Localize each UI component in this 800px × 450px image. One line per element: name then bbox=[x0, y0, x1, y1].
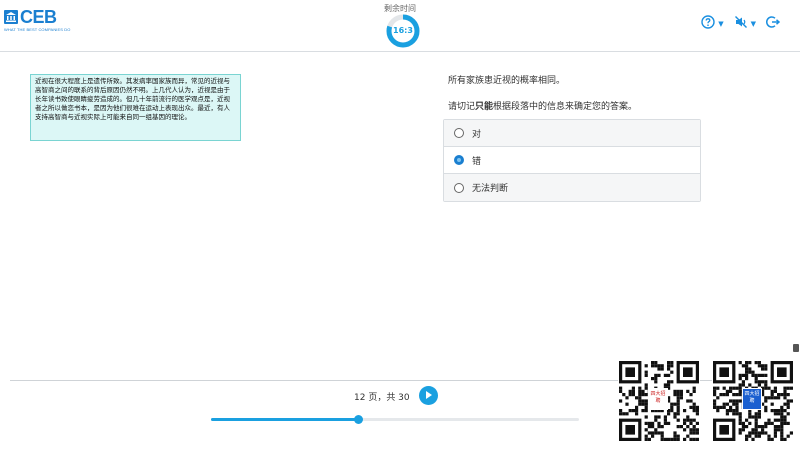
radio-button[interactable] bbox=[454, 155, 464, 165]
option-label: 对 bbox=[472, 129, 482, 140]
option-true[interactable]: 对 bbox=[444, 120, 700, 147]
progress-fill bbox=[211, 418, 359, 421]
progress-knob[interactable] bbox=[354, 415, 364, 424]
qr-code-right: 四大招聘 bbox=[712, 358, 794, 444]
option-label: 错 bbox=[472, 156, 482, 167]
next-page-button[interactable] bbox=[419, 386, 438, 405]
radio-button[interactable] bbox=[454, 128, 464, 138]
scrollbar[interactable] bbox=[793, 52, 799, 352]
progress-track bbox=[211, 415, 579, 424]
qr-badge: 四大招聘 bbox=[742, 388, 762, 410]
qr-code-left: 四大招聘 bbox=[618, 358, 700, 444]
exit-button[interactable] bbox=[766, 14, 781, 33]
header: CEB WHAT THE BEST COMPANIES DO 剩余时间 16:3… bbox=[0, 0, 800, 52]
mute-icon bbox=[734, 14, 748, 33]
option-label: 无法判断 bbox=[472, 184, 509, 194]
answer-instruction: 请切记只能根据段落中的信息来确定您的答案。 bbox=[448, 99, 637, 112]
answer-options: 对 错 无法判断 bbox=[443, 119, 701, 202]
option-cannot-say[interactable]: 无法判断 bbox=[444, 174, 700, 201]
reading-passage: 近视在很大程度上是遗传所致。其发病率国家族而异，常见的近视与高智商之间的联系的背… bbox=[30, 74, 241, 141]
page-counter: 12 页，共 30 bbox=[354, 393, 410, 403]
logo-tagline: WHAT THE BEST COMPANIES DO bbox=[4, 27, 71, 32]
exit-icon bbox=[766, 14, 781, 33]
chevron-down-icon: ▼ bbox=[718, 19, 724, 28]
help-menu-button[interactable]: ▼ bbox=[701, 14, 724, 33]
assessment-page: CEB WHAT THE BEST COMPANIES DO 剩余时间 16:3… bbox=[0, 0, 800, 450]
timer-value: 16:3 bbox=[393, 26, 413, 35]
countdown-timer: 16:3 bbox=[386, 14, 420, 48]
question-statement: 所有家族患近视的概率相同。 bbox=[448, 76, 566, 86]
option-false[interactable]: 错 bbox=[444, 147, 700, 174]
instruction-emphasis: 只能 bbox=[475, 102, 494, 112]
scrollbar-thumb[interactable] bbox=[793, 344, 799, 352]
radio-button[interactable] bbox=[454, 182, 464, 193]
timer-label: 剩余时间 bbox=[384, 4, 416, 13]
chevron-down-icon: ▼ bbox=[750, 19, 756, 28]
instruction-post: 根据段落中的信息来确定您的答案。 bbox=[493, 102, 638, 112]
help-circle-icon bbox=[701, 14, 715, 33]
qr-badge: 四大招聘 bbox=[648, 388, 668, 410]
sound-menu-button[interactable]: ▼ bbox=[734, 14, 756, 33]
instruction-pre: 请切记 bbox=[448, 102, 476, 112]
header-actions: ▼ ▼ bbox=[701, 14, 781, 33]
